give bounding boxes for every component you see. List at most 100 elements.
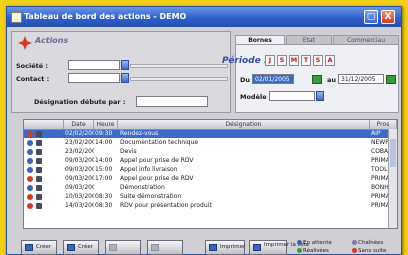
scrollbar-thumb[interactable] <box>390 139 396 167</box>
table-row[interactable]: 09/03/200514:00Appel pour prise de RDVPR… <box>24 157 397 165</box>
realisees-icon <box>297 248 302 253</box>
modele-field[interactable] <box>269 91 315 101</box>
du-label: Du <box>240 76 251 84</box>
legend-realisees: Réalisées <box>297 248 329 254</box>
date-from-field[interactable]: 02/01/2005 <box>252 74 294 84</box>
modele-label: Modèle : <box>240 93 272 101</box>
cell-date: 02/02/2005 <box>65 130 94 137</box>
sans-suite-icon <box>352 248 357 253</box>
col-icons <box>24 120 64 129</box>
contact-field[interactable] <box>68 73 120 83</box>
cell-designation: Appel pour prise de RDV <box>120 157 194 164</box>
contact-lookup-button[interactable] <box>121 73 129 83</box>
print-list-button[interactable]: Imprimer la liste <box>249 240 309 255</box>
period-day-button[interactable]: J <box>265 55 275 66</box>
phone-icon <box>36 176 42 182</box>
cell-designation: Devis <box>120 148 137 155</box>
cell-designation: Suite démonstration <box>120 193 182 200</box>
societe-name-bar <box>130 64 228 68</box>
phone-icon <box>36 185 42 191</box>
table-row[interactable]: 10/03/200508:30Suite démonstrationPRIMA <box>24 193 397 201</box>
table-row[interactable]: 23/02/2005DevisCOBA <box>24 148 397 156</box>
calendar-to-icon[interactable] <box>386 75 396 84</box>
col-pros[interactable]: Pros <box>370 120 397 129</box>
minimize-button[interactable]: ▢ <box>364 10 378 24</box>
cell-designation: Démonstration <box>120 184 165 191</box>
cell-designation: Appel pour prise de RDV <box>120 175 194 182</box>
legend-sans-suite: Sans suite <box>352 248 386 254</box>
cell-date: 23/02/2005 <box>65 148 94 155</box>
create-button[interactable]: Créer <box>21 240 57 255</box>
cell-designation: Rendez-vous <box>120 130 159 137</box>
chainees-icon <box>352 240 357 245</box>
create-chained-button[interactable]: Créer <box>63 240 99 255</box>
modify-icon <box>109 244 117 251</box>
table-row[interactable]: 09/03/200515:00Appel info livraisonTOOLS… <box>24 166 397 174</box>
phone-icon <box>36 203 42 209</box>
cell-designation: RDV pour présentation produit <box>120 202 212 209</box>
cell-heure: 08:30 <box>95 193 113 200</box>
legend-chainees-label: Chaînées <box>358 240 384 246</box>
cell-designation: Documentation technique <box>120 139 199 146</box>
cell-heure: 14:00 <box>95 139 113 146</box>
phone-icon <box>36 149 42 155</box>
table-scrollbar[interactable] <box>388 129 397 228</box>
col-heure[interactable]: Heure <box>94 120 118 129</box>
cell-date: 10/03/2005 <box>65 193 94 200</box>
modify-button[interactable] <box>105 240 141 255</box>
cell-date: 09/03/2005 <box>65 157 94 164</box>
actions-icon <box>18 36 32 50</box>
phone-icon <box>36 131 42 137</box>
col-date[interactable]: Date <box>64 120 94 129</box>
print-button[interactable]: Imprimer <box>205 240 245 255</box>
create-chained-icon <box>67 244 75 251</box>
close-button[interactable]: X <box>381 10 395 24</box>
title-bar[interactable]: Tableau de bord des actions - DEMO ▢ X <box>7 7 401 27</box>
delete-icon <box>151 244 159 251</box>
period-quarter-button[interactable]: T <box>301 55 311 66</box>
cell-heure: 08:30 <box>95 202 113 209</box>
delete-button[interactable] <box>147 240 183 255</box>
legend-en-attente: En attente <box>297 240 332 246</box>
cell-date: 23/02/2005 <box>65 139 94 146</box>
calendar-from-icon[interactable] <box>312 75 322 84</box>
table-row[interactable]: 02/02/200509:30Rendez-vousAIP <box>24 130 397 138</box>
table-row[interactable]: 14/03/200508:30 RDV pour présentation pro… <box>24 202 397 210</box>
period-year-button[interactable]: A <box>325 55 335 66</box>
sans-suite-icon <box>27 194 33 200</box>
cell-heure: 09:30 <box>95 130 113 137</box>
period-month-button[interactable]: M <box>289 55 299 66</box>
cell-date: 09/03/2005 <box>65 166 94 173</box>
window-title: Tableau de bord des actions - DEMO <box>24 12 187 21</box>
en-attente-icon <box>27 140 33 146</box>
legend-sans-suite-label: Sans suite <box>358 248 387 254</box>
date-to-field[interactable]: 31/12/2005 <box>338 74 384 84</box>
col-designation[interactable]: Désignation <box>118 120 370 129</box>
cell-designation: Appel info livraison <box>120 166 178 173</box>
printer-icon <box>209 244 217 251</box>
societe-lookup-button[interactable] <box>121 60 129 70</box>
period-semester-button[interactable]: S <box>313 55 323 66</box>
cell-date: 09/03/2005 <box>65 175 94 182</box>
cell-date: 09/03/2005 <box>65 184 94 191</box>
table-row[interactable]: 09/03/2005DémonstrationBONH <box>24 184 397 192</box>
societe-field[interactable] <box>68 60 120 70</box>
modele-lookup-button[interactable] <box>316 91 324 101</box>
print-list-icon <box>253 244 261 251</box>
create-chained-label: Créer <box>78 244 94 250</box>
contact-name-bar <box>130 77 228 81</box>
designation-field[interactable] <box>136 96 208 107</box>
actions-table: Date Heure Désignation Pros 02/02/200509… <box>23 119 398 229</box>
periode-label: Période : <box>222 56 268 66</box>
cell-heure: 15:00 <box>95 166 113 173</box>
en-attente-icon <box>27 167 33 173</box>
table-row[interactable]: 23/02/200514:00Documentation techniqueNE… <box>24 139 397 147</box>
legend-chainees: Chaînées <box>352 240 383 246</box>
phone-icon <box>36 194 42 200</box>
table-row[interactable]: 09/03/200517:00Appel pour prise de RDVPR… <box>24 175 397 183</box>
main-window: Tableau de bord des actions - DEMO ▢ X A… <box>6 6 402 255</box>
sans-suite-icon <box>27 131 33 137</box>
period-week-button[interactable]: S <box>277 55 287 66</box>
table-header: Date Heure Désignation Pros <box>24 120 397 130</box>
cell-date: 14/03/2005 <box>65 202 94 209</box>
